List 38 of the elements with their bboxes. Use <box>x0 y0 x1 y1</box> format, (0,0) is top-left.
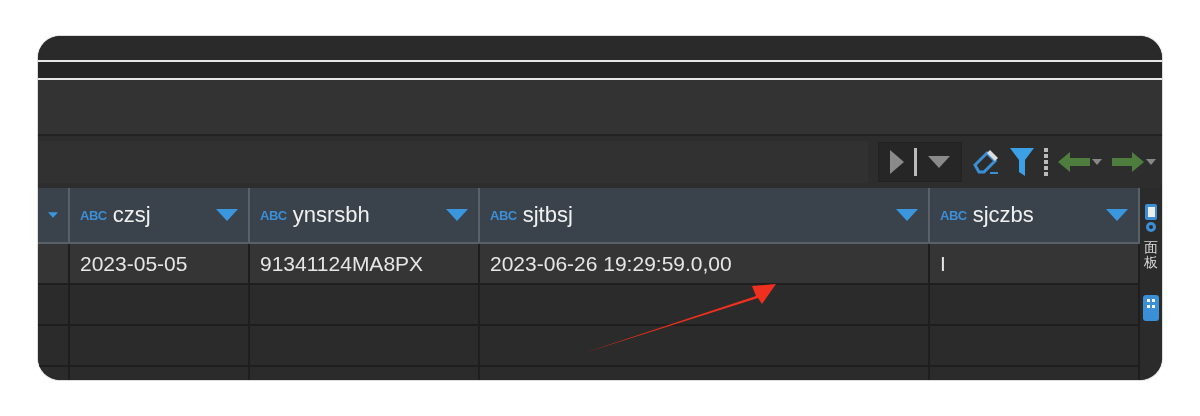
caret-icon <box>1146 159 1156 165</box>
dropdown-icon[interactable] <box>216 209 238 221</box>
book-gear-icon[interactable] <box>1143 204 1159 234</box>
caret-icon <box>1092 159 1102 165</box>
column-header[interactable]: ABC ynsrsbh <box>250 188 480 244</box>
column-header[interactable]: ABC czsj <box>70 188 250 244</box>
column-name: sjtbsj <box>522 202 574 228</box>
column-name: ynsrsbh <box>292 202 371 228</box>
filter-button[interactable] <box>1010 148 1034 176</box>
column-header[interactable]: ABC sjtbsj <box>480 188 930 244</box>
right-arrow-icon <box>1112 152 1144 172</box>
type-label: ABC <box>80 207 107 223</box>
forward-button[interactable] <box>1112 152 1156 172</box>
type-label: ABC <box>490 207 517 223</box>
dropdown-icon[interactable] <box>896 209 918 221</box>
column-name: sjczbs <box>972 202 1035 228</box>
run-button-group[interactable] <box>878 142 962 182</box>
column-header[interactable]: ABC sjczbs <box>930 188 1140 244</box>
caret-icon <box>927 156 950 168</box>
eraser-icon <box>972 149 1000 175</box>
dropdown-icon[interactable] <box>446 209 468 221</box>
panel-tab-label[interactable]: 面板 <box>1144 240 1158 271</box>
type-label: ABC <box>260 207 287 223</box>
play-icon <box>890 150 905 174</box>
left-arrow-icon <box>1058 152 1090 172</box>
dropdown-icon[interactable] <box>1106 209 1128 221</box>
column-name: czsj <box>112 202 152 228</box>
back-button[interactable] <box>1058 152 1102 172</box>
dotted-separator-icon <box>1044 148 1048 176</box>
separator-icon <box>914 148 918 176</box>
table-cell: 91341124MA8PX <box>250 244 480 285</box>
table-cell: 2023-06-26 19:29:59.0,00 <box>480 244 930 285</box>
grid-icon[interactable] <box>1143 294 1159 321</box>
eraser-button[interactable] <box>972 149 1000 175</box>
table-cell: 2023-05-05 <box>70 244 250 285</box>
filter-icon <box>1010 148 1034 176</box>
table-cell: I <box>930 244 1140 285</box>
type-label: ABC <box>940 207 967 223</box>
